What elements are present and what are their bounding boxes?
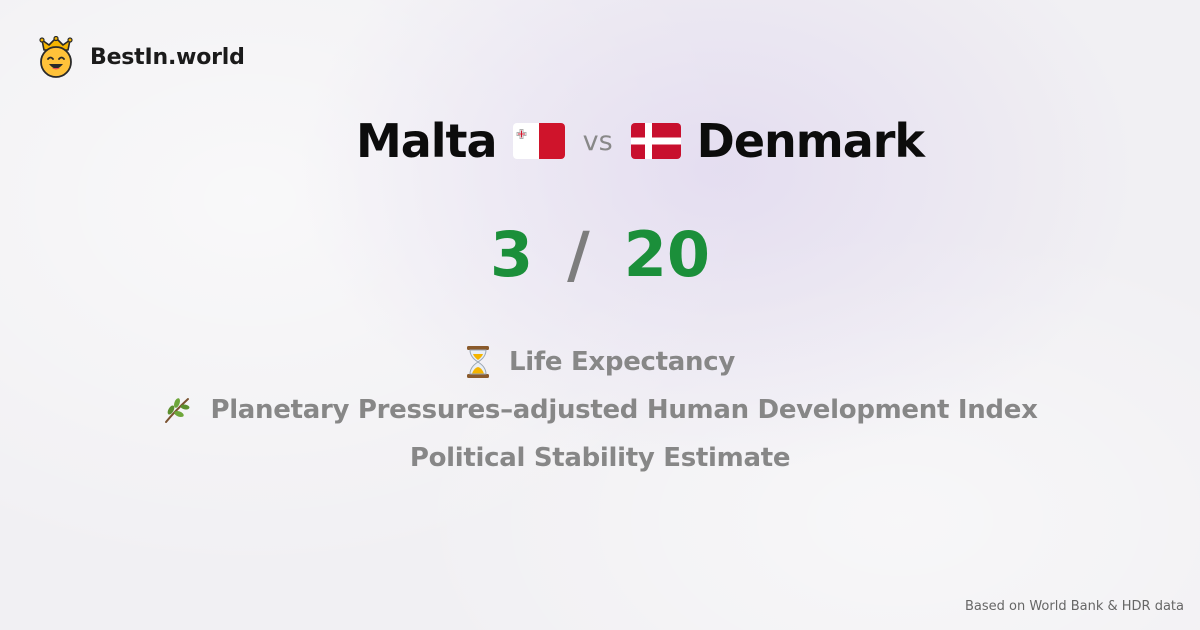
malta-flag-icon [512,123,565,159]
comparison-title: Malta vs Denmark [0,110,1200,172]
score: 3 / 20 [0,218,1200,291]
herb-icon [162,395,192,425]
background [0,0,1200,630]
brand[interactable]: BestIn.world [38,36,245,78]
denmark-flag-icon [630,123,681,159]
metric-item: Life Expectancy [465,338,735,386]
metric-item: Planetary Pressures–adjusted Human Devel… [162,386,1038,434]
vs-label: vs [582,125,613,157]
data-source-note: Based on World Bank & HDR data [964,599,1184,614]
metric-item: Political Stability Estimate [409,434,791,482]
metric-label: Life Expectancy [508,347,735,377]
hourglass-icon [465,345,491,379]
metric-list: Life Expectancy Planetary Pressures–adju… [0,338,1200,482]
country-left-name: Malta [355,114,498,168]
crowned-smiley-icon [38,36,74,78]
metric-label: Political Stability Estimate [409,443,791,473]
score-left: 3 [489,218,534,291]
score-separator: / [567,218,590,291]
country-right-name: Denmark [696,114,925,168]
score-right: 20 [623,218,711,291]
brand-name: BestIn.world [90,44,245,70]
metric-label: Planetary Pressures–adjusted Human Devel… [210,395,1038,425]
